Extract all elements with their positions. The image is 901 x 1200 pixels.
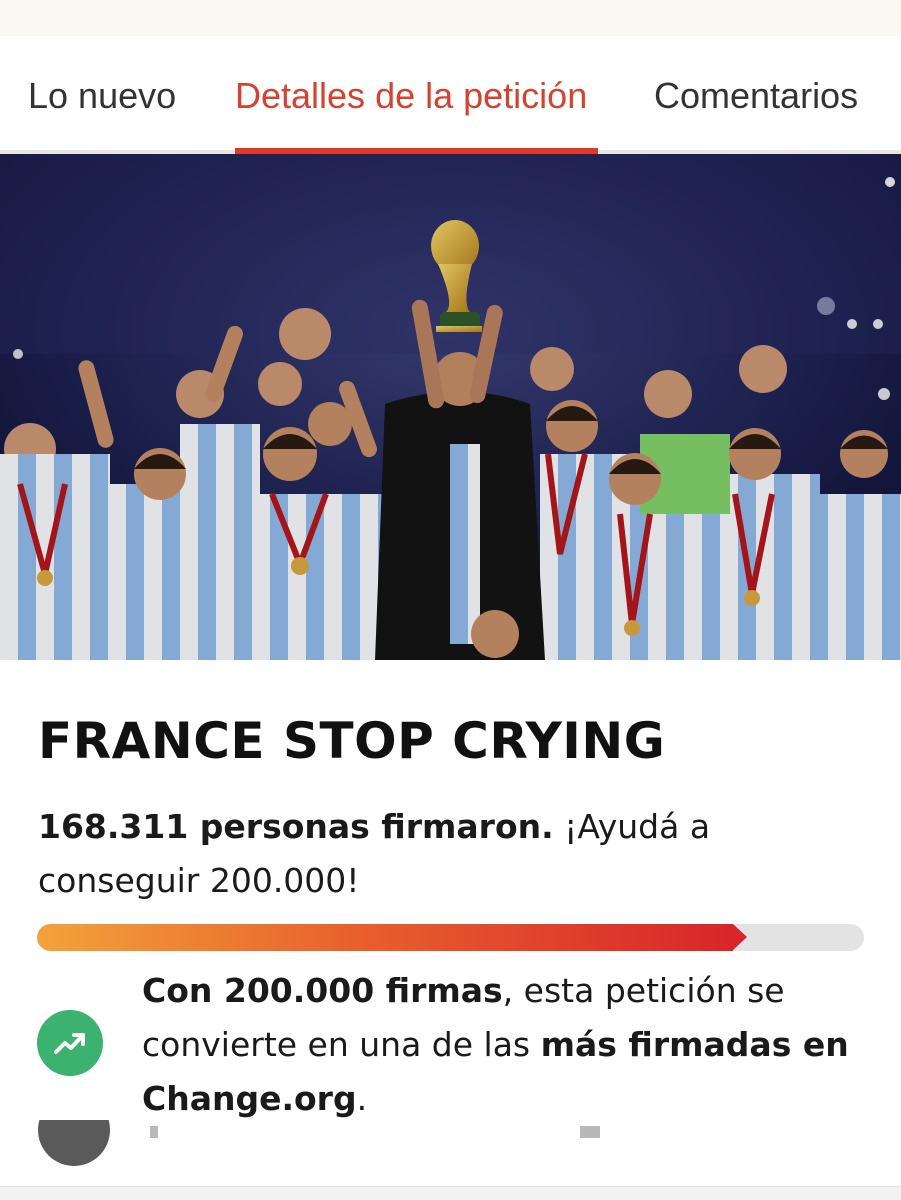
bottom-bar xyxy=(0,1186,901,1200)
petition-hero-image xyxy=(0,154,901,660)
progress-bar-fill xyxy=(37,924,733,951)
cut-off-text xyxy=(150,1126,600,1138)
tab-lo-nuevo[interactable]: Lo nuevo xyxy=(28,76,176,116)
progress-bar-tip xyxy=(733,924,747,950)
top-strip xyxy=(0,0,901,36)
hero-photo-illustration xyxy=(0,154,901,660)
milestone-message: Con 200.000 firmas, esta petición se con… xyxy=(142,964,882,1126)
avatar xyxy=(38,1120,110,1166)
milestone-text-end: . xyxy=(356,1079,368,1118)
signed-count: 168.311 personas firmaron. xyxy=(38,807,554,846)
milestone-goal-bold: Con 200.000 firmas xyxy=(142,971,503,1010)
tab-detalles[interactable]: Detalles de la petición xyxy=(235,76,587,116)
tab-comentarios[interactable]: Comentarios xyxy=(654,76,858,116)
trending-up-icon xyxy=(37,1010,103,1076)
tab-bar: Lo nuevo Detalles de la petición Comenta… xyxy=(0,36,901,154)
signature-summary: 168.311 personas firmaron. ¡Ayudá a cons… xyxy=(38,800,868,908)
petition-title: FRANCE STOP CRYING xyxy=(38,712,666,770)
signature-progress-bar xyxy=(37,924,864,951)
